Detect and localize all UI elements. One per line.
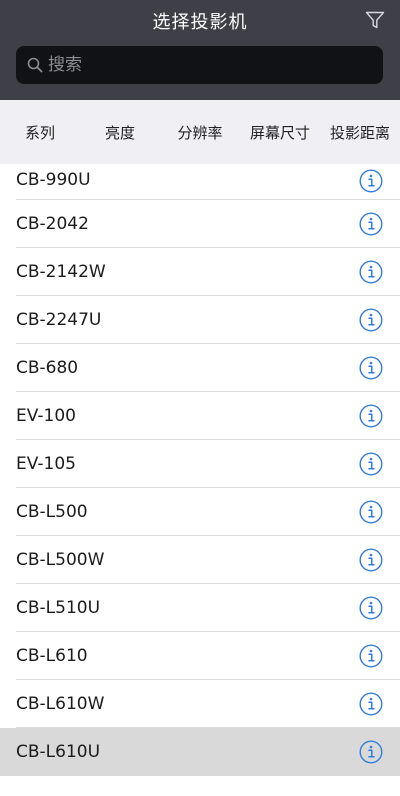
projector-model-label: CB-2042 [16, 214, 89, 234]
list-item[interactable]: CB-L610 [0, 632, 400, 680]
list-item[interactable]: CB-L610U [0, 728, 400, 776]
projector-model-label: CB-2142W [16, 262, 106, 282]
list-item[interactable]: CB-L510U [0, 584, 400, 632]
info-icon[interactable] [359, 212, 383, 236]
list-item[interactable]: CB-990U [0, 164, 400, 200]
list-item[interactable]: CB-2247U [0, 296, 400, 344]
projector-model-label: CB-L610 [16, 646, 88, 666]
projector-model-label: CB-L500W [16, 550, 105, 570]
list-item[interactable]: CB-2042 [0, 200, 400, 248]
info-icon[interactable] [359, 548, 383, 572]
tab-brightness[interactable]: 亮度 [80, 100, 160, 164]
projector-list[interactable]: CB-990U CB-2042 CB-2142W CB-2247U CB-680 EV-1… [0, 164, 400, 796]
info-icon[interactable] [359, 500, 383, 524]
filter-icon[interactable] [364, 9, 386, 31]
info-icon[interactable] [359, 452, 383, 476]
filter-tabs: 系列 亮度 分辨率 屏幕尺寸 投影距离 [0, 100, 400, 164]
info-icon[interactable] [359, 644, 383, 668]
search-icon [27, 57, 43, 73]
info-icon[interactable] [359, 740, 383, 764]
search-input[interactable] [48, 46, 368, 84]
projector-model-label: CB-990U [16, 170, 91, 190]
list-item[interactable]: EV-100 [0, 392, 400, 440]
list-item[interactable]: CB-L610W [0, 680, 400, 728]
info-icon[interactable] [359, 260, 383, 284]
projector-model-label: CB-L500 [16, 502, 88, 522]
projector-model-label: CB-2247U [16, 310, 102, 330]
tab-resolution[interactable]: 分辨率 [160, 100, 240, 164]
list-item[interactable]: CB-680 [0, 344, 400, 392]
list-item[interactable]: CB-L500W [0, 536, 400, 584]
list-item[interactable]: EV-105 [0, 440, 400, 488]
navigation-bar: 选择投影机 [0, 0, 400, 100]
projector-model-label: CB-L610W [16, 694, 105, 714]
info-icon[interactable] [359, 169, 383, 193]
page-title: 选择投影机 [152, 12, 248, 33]
info-icon[interactable] [359, 404, 383, 428]
info-icon[interactable] [359, 308, 383, 332]
projector-model-label: EV-100 [16, 406, 76, 426]
projector-model-label: EV-105 [16, 454, 76, 474]
projector-model-label: CB-L510U [16, 598, 101, 618]
projector-model-label: CB-L610U [16, 742, 101, 762]
projector-model-label: CB-680 [16, 358, 79, 378]
tab-projection-distance[interactable]: 投影距离 [320, 100, 400, 164]
search-bar [16, 46, 383, 84]
info-icon[interactable] [359, 692, 383, 716]
tab-series[interactable]: 系列 [0, 100, 80, 164]
info-icon[interactable] [359, 596, 383, 620]
info-icon[interactable] [359, 356, 383, 380]
list-item[interactable]: CB-2142W [0, 248, 400, 296]
select-projector-screen: 选择投影机 系列 亮度 分辨率 屏幕尺寸 投影距离 CB-990U CB-2042… [0, 0, 400, 796]
tab-screen-size[interactable]: 屏幕尺寸 [240, 100, 320, 164]
list-item[interactable]: CB-L500 [0, 488, 400, 536]
